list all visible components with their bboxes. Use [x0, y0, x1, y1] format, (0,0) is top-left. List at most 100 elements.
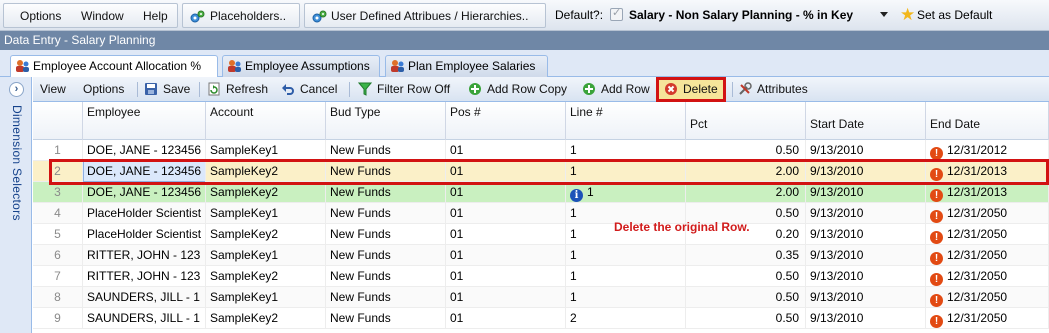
cell-account[interactable]: SampleKey2	[206, 182, 326, 203]
cell-end[interactable]: ! 12/31/2050	[926, 287, 1049, 308]
cell-start[interactable]: 9/13/2010	[806, 266, 926, 287]
table-row[interactable]: 9 SAUNDERS, JILL - 1 SampleKey2 New Funds 01…	[33, 308, 1049, 329]
cell-bud[interactable]: New Funds	[326, 224, 446, 245]
column-header-end-date[interactable]: End Date	[926, 102, 1049, 140]
default-checkbox[interactable]	[610, 6, 623, 21]
cell-end[interactable]: ! 12/31/2013	[926, 182, 1049, 203]
table-row[interactable]: 4 PlaceHolder Scientist SampleKey1 New Fund…	[33, 203, 1049, 224]
cell-start[interactable]: 9/13/2010	[806, 140, 926, 161]
cell-employee[interactable]: DOE, JANE - 123456	[83, 140, 206, 161]
column-header-pos[interactable]: Pos #	[446, 102, 566, 140]
tab-employee-assumptions[interactable]: Employee Assumptions	[222, 55, 380, 77]
cell-end[interactable]: ! 12/31/2050	[926, 266, 1049, 287]
cell-pos[interactable]: 01	[446, 182, 566, 203]
cell-bud[interactable]: New Funds	[326, 308, 446, 329]
cell-pct[interactable]: 2.00	[686, 182, 806, 203]
cell-bud[interactable]: New Funds	[326, 182, 446, 203]
cell-bud[interactable]: New Funds	[326, 140, 446, 161]
cell-line[interactable]: i1	[566, 182, 686, 203]
cell-pct[interactable]: 0.50	[686, 308, 806, 329]
menu-help[interactable]: Help	[143, 4, 168, 29]
add-row-copy-button[interactable]: Add Row Copy	[468, 77, 567, 102]
column-header-line[interactable]: Line #	[566, 102, 686, 140]
cell-line[interactable]: 2	[566, 308, 686, 329]
key-selector[interactable]: Salary - Non Salary Planning - % in Key	[629, 0, 853, 31]
cell-line[interactable]: 1	[566, 266, 686, 287]
filter-row-button[interactable]: Filter Row Off	[358, 77, 450, 102]
cell-account[interactable]: SampleKey2	[206, 224, 326, 245]
cell-end[interactable]: ! 12/31/2050	[926, 308, 1049, 329]
column-header-account[interactable]: Account	[206, 102, 326, 140]
cell-start[interactable]: 9/13/2010	[806, 245, 926, 266]
cell-employee[interactable]: SAUNDERS, JILL - 1	[83, 308, 206, 329]
cell-account[interactable]: SampleKey2	[206, 266, 326, 287]
cell-end[interactable]: ! 12/31/2012	[926, 140, 1049, 161]
cell-bud[interactable]: New Funds	[326, 245, 446, 266]
cell-account[interactable]: SampleKey1	[206, 245, 326, 266]
tab-plan-employee-salaries[interactable]: Plan Employee Salaries	[385, 55, 548, 77]
table-row[interactable]: 6 RITTER, JOHN - 123 SampleKey1 New Funds 01…	[33, 245, 1049, 266]
cell-start[interactable]: 9/13/2010	[806, 161, 926, 182]
cell-start[interactable]: 9/13/2010	[806, 308, 926, 329]
table-row[interactable]: 1 DOE, JANE - 123456 SampleKey1 New Funds 01…	[33, 140, 1049, 161]
cell-employee[interactable]: RITTER, JOHN - 123	[83, 245, 206, 266]
cell-end[interactable]: ! 12/31/2013	[926, 161, 1049, 182]
set-default-button[interactable]: Set as Default	[917, 0, 992, 31]
cell-pos[interactable]: 01	[446, 203, 566, 224]
cell-pos[interactable]: 01	[446, 287, 566, 308]
cell-pos[interactable]: 01	[446, 140, 566, 161]
cell-end[interactable]: ! 12/31/2050	[926, 203, 1049, 224]
cell-employee[interactable]: DOE, JANE - 123456	[83, 182, 206, 203]
cell-pos[interactable]: 01	[446, 308, 566, 329]
view-menu[interactable]: View	[40, 77, 66, 102]
cell-employee[interactable]: RITTER, JOHN - 123	[83, 266, 206, 287]
column-header-employee[interactable]: Employee	[83, 102, 206, 140]
cell-pct[interactable]: 0.50	[686, 140, 806, 161]
cell-bud[interactable]: New Funds	[326, 161, 446, 182]
table-row[interactable]: 2 DOE, JANE - 123456 SampleKey2 New Funds 01…	[33, 161, 1049, 182]
column-header-pct[interactable]: Pct	[686, 102, 806, 140]
cell-line[interactable]: 1	[566, 161, 686, 182]
cell-pct[interactable]: 0.50	[686, 287, 806, 308]
cell-account[interactable]: SampleKey2	[206, 308, 326, 329]
cell-account[interactable]: SampleKey2	[206, 161, 326, 182]
cell-start[interactable]: 9/13/2010	[806, 203, 926, 224]
delete-button[interactable]: Delete	[664, 77, 718, 102]
add-row-button[interactable]: Add Row	[582, 77, 650, 102]
chevron-down-icon[interactable]	[880, 12, 888, 17]
cell-start[interactable]: 9/13/2010	[806, 287, 926, 308]
cell-employee[interactable]: PlaceHolder Scientist	[83, 203, 206, 224]
table-row[interactable]: 3 DOE, JANE - 123456 SampleKey2 New Funds 01…	[33, 182, 1049, 203]
cell-employee[interactable]: PlaceHolder Scientist	[83, 224, 206, 245]
table-row[interactable]: 7 RITTER, JOHN - 123 SampleKey2 New Funds 01…	[33, 266, 1049, 287]
options-menu[interactable]: Options	[83, 77, 124, 102]
column-header-start-date[interactable]: Start Date	[806, 102, 926, 140]
cell-start[interactable]: 9/13/2010	[806, 182, 926, 203]
cell-pct[interactable]: 0.35	[686, 245, 806, 266]
column-header-bud-type[interactable]: Bud Type	[326, 102, 446, 140]
save-button[interactable]: Save	[144, 77, 190, 102]
table-row[interactable]: 8 SAUNDERS, JILL - 1 SampleKey1 New Funds 01…	[33, 287, 1049, 308]
cell-line[interactable]: 1	[566, 287, 686, 308]
user-defined-button[interactable]: User Defined Attribues / Hierarchies..	[304, 3, 546, 28]
cell-pos[interactable]: 01	[446, 161, 566, 182]
cell-employee[interactable]: SAUNDERS, JILL - 1	[83, 287, 206, 308]
cell-account[interactable]: SampleKey1	[206, 203, 326, 224]
cancel-button[interactable]: Cancel	[281, 77, 337, 102]
cell-pct[interactable]: 0.50	[686, 266, 806, 287]
dimension-selectors-label[interactable]: Dimension Selectors	[10, 105, 24, 221]
attributes-button[interactable]: Attributes	[738, 77, 808, 102]
cell-account[interactable]: SampleKey1	[206, 140, 326, 161]
cell-start[interactable]: 9/13/2010	[806, 224, 926, 245]
cell-pos[interactable]: 01	[446, 245, 566, 266]
tab-employee-account-allocation[interactable]: Employee Account Allocation %	[10, 55, 218, 78]
placeholders-button[interactable]: Placeholders..	[182, 3, 300, 28]
table-row[interactable]: 5 PlaceHolder Scientist SampleKey2 New Fund…	[33, 224, 1049, 245]
cell-account[interactable]: SampleKey1	[206, 287, 326, 308]
cell-end[interactable]: ! 12/31/2050	[926, 224, 1049, 245]
menu-window[interactable]: Window	[81, 4, 124, 29]
cell-bud[interactable]: New Funds	[326, 287, 446, 308]
cell-bud[interactable]: New Funds	[326, 203, 446, 224]
refresh-button[interactable]: Refresh	[207, 77, 268, 102]
cell-employee[interactable]: DOE, JANE - 123456	[83, 161, 206, 182]
